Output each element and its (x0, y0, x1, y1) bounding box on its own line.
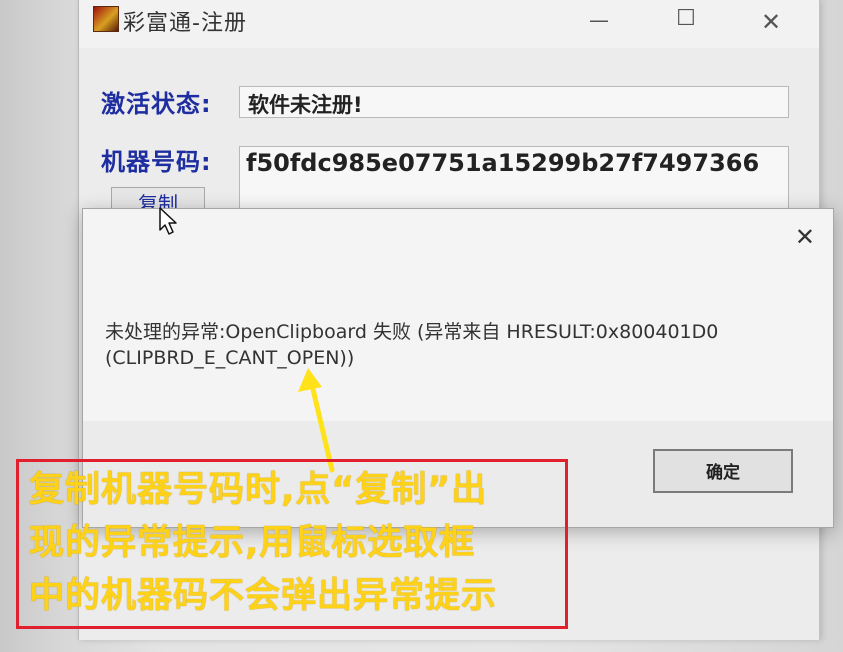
annotation-line-1: 复制机器号码时,点“复制”出 (29, 470, 488, 510)
window-title: 彩富通-注册 (123, 11, 247, 36)
annotation-box: 复制机器号码时,点“复制”出 现的异常提示,用鼠标选取框 中的机器码不会弹出异常… (16, 459, 568, 629)
activation-status-field[interactable]: 软件未注册! (239, 86, 789, 118)
machine-code-field[interactable]: f50fdc985e07751a15299b27f7497366 (239, 146, 789, 216)
mouse-pointer-icon (159, 207, 177, 235)
titlebar: 彩富通-注册 — ☐ ✕ (79, 0, 819, 48)
ok-button[interactable]: 确定 (653, 449, 793, 493)
annotation-line-3: 中的机器码不会弹出异常提示 (29, 576, 498, 616)
annotation-line-2: 现的异常提示,用鼠标选取框 (29, 523, 476, 563)
error-message-line-1: 未处理的异常:OpenClipboard 失败 (异常来自 HRESULT:0x… (105, 321, 719, 343)
machine-code-label: 机器号码: (101, 148, 212, 176)
minimize-button[interactable]: — (584, 8, 614, 32)
activation-status-label: 激活状态: (101, 90, 212, 118)
annotation-text: 复制机器号码时,点“复制”出 现的异常提示,用鼠标选取框 中的机器码不会弹出异常… (29, 464, 569, 623)
error-message: 未处理的异常:OpenClipboard 失败 (异常来自 HRESULT:0x… (105, 319, 805, 371)
app-icon (93, 6, 119, 32)
maximize-button[interactable]: ☐ (671, 6, 701, 31)
error-message-line-2: (CLIPBRD_E_CANT_OPEN)) (105, 347, 355, 369)
close-button[interactable]: ✕ (756, 8, 786, 36)
dialog-close-button[interactable]: ✕ (795, 223, 815, 251)
